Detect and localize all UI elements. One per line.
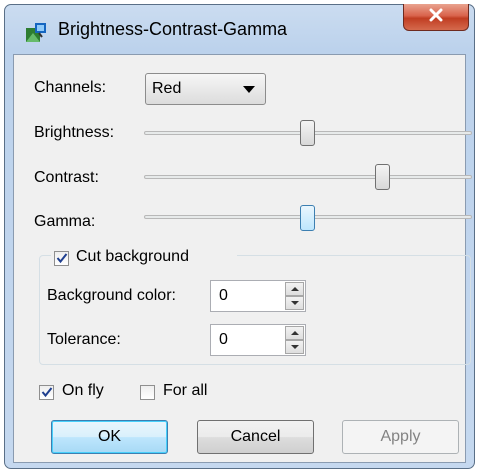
brightness-slider-thumb[interactable] xyxy=(300,120,315,146)
contrast-label: Contrast: xyxy=(34,169,99,186)
background-color-label: Background color: xyxy=(47,287,176,304)
background-color-spinbox[interactable]: 0 xyxy=(210,280,306,312)
checkmark-icon xyxy=(41,387,53,398)
dialog-client-area: Channels: Red Brightness: Contrast: Gamm… xyxy=(13,54,472,463)
cut-background-label: Cut background xyxy=(76,248,189,265)
apply-button-label: Apply xyxy=(380,428,421,445)
checkmark-icon xyxy=(56,253,68,264)
cut-background-checkbox[interactable] xyxy=(54,251,69,266)
dialog-window: Brightness-Contrast-Gamma Channels: Red … xyxy=(4,4,475,469)
cancel-button[interactable]: Cancel xyxy=(197,420,314,454)
for-all-checkbox[interactable] xyxy=(140,385,155,400)
gamma-slider-thumb[interactable] xyxy=(300,205,315,231)
for-all-label: For all xyxy=(163,382,208,399)
window-title: Brightness-Contrast-Gamma xyxy=(58,19,288,39)
ok-button-label: OK xyxy=(97,428,122,445)
channels-label: Channels: xyxy=(34,79,107,96)
tolerance-spinbox[interactable]: 0 xyxy=(210,324,306,356)
brightness-label: Brightness: xyxy=(34,124,115,141)
on-fly-checkbox[interactable] xyxy=(39,385,54,400)
tolerance-value: 0 xyxy=(219,331,228,348)
gamma-label: Gamma: xyxy=(34,213,96,230)
app-icon xyxy=(25,22,47,44)
chevron-down-icon xyxy=(243,86,255,93)
close-icon xyxy=(428,8,444,27)
contrast-slider-track[interactable] xyxy=(144,175,472,179)
tolerance-label: Tolerance: xyxy=(47,331,121,348)
ok-button[interactable]: OK xyxy=(51,420,168,454)
contrast-slider-thumb[interactable] xyxy=(375,164,390,190)
background-color-value: 0 xyxy=(219,287,228,304)
apply-button: Apply xyxy=(342,420,459,454)
on-fly-label: On fly xyxy=(62,382,104,399)
close-button[interactable] xyxy=(403,4,469,31)
background-color-decrement[interactable] xyxy=(285,296,304,310)
background-color-increment[interactable] xyxy=(285,282,304,296)
tolerance-decrement[interactable] xyxy=(285,340,304,354)
cancel-button-label: Cancel xyxy=(230,428,281,445)
tolerance-increment[interactable] xyxy=(285,326,304,340)
channels-select[interactable]: Red xyxy=(145,73,266,105)
channels-selected-value: Red xyxy=(152,80,182,97)
